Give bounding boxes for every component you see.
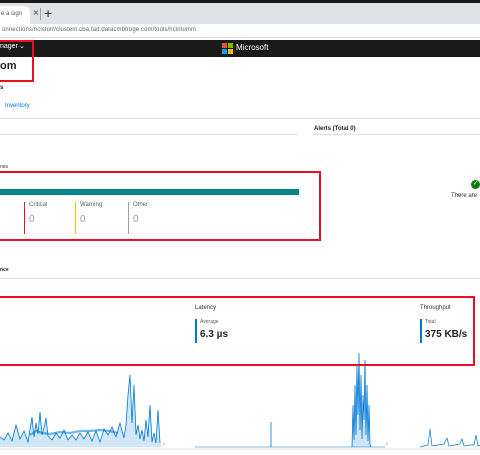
health-header: nes <box>0 164 9 170</box>
axis-label: 0 <box>386 441 389 446</box>
axis-label: 0 <box>163 441 166 446</box>
microsoft-logo-icon <box>222 43 233 54</box>
stat-value: 0 <box>29 214 35 225</box>
stat-label: Critical <box>29 202 48 208</box>
close-tab-icon[interactable]: × <box>33 7 39 21</box>
page-subtitle: s <box>0 85 4 91</box>
health-progress-fill <box>0 189 299 195</box>
browser-tab[interactable]: e a sign <box>0 6 30 24</box>
browser-tab-title: e a sign <box>1 11 23 17</box>
stat-label: Other <box>133 202 149 208</box>
throughput-chart <box>419 428 480 448</box>
stat-label: Warning <box>80 202 103 208</box>
chevron-down-icon[interactable]: ⌄ <box>19 42 25 50</box>
brand-name: Microsoft <box>236 43 269 52</box>
throughput-title: Throughput <box>420 305 451 311</box>
throughput-metric: Total 375 KB/s <box>420 319 467 343</box>
iops-chart: 0 <box>0 374 166 447</box>
new-tab-button[interactable]: + <box>44 5 52 21</box>
throughput-value: 375 KB/s <box>425 329 468 340</box>
alerts-title: Alerts (Total 0) <box>314 126 356 132</box>
divider <box>313 134 480 135</box>
divider <box>0 278 480 279</box>
throughput-label: Total <box>425 319 436 325</box>
address-bar[interactable]: onnections/hcistorr/clustem.cba.fad.data… <box>0 24 480 38</box>
latency-label: Average <box>200 319 219 325</box>
tab-inventory[interactable]: Inventory <box>5 103 30 109</box>
stat-value: 0 <box>133 214 139 225</box>
app-header: nager ⌄ Microsoft <box>0 40 480 57</box>
stat-critical[interactable]: Critical 0 <box>24 202 47 234</box>
alerts-empty-text: There are <box>451 193 478 199</box>
highlight-box-health <box>0 171 321 241</box>
divider <box>0 134 298 135</box>
checkmark-icon: ✓ <box>471 180 480 189</box>
latency-title: Latency <box>195 305 217 311</box>
latency-value: 6.3 µs <box>200 329 229 340</box>
latency-metric: Average 6.3 µs <box>195 319 228 343</box>
tab-separator <box>40 8 41 20</box>
health-progress-bar <box>0 189 299 195</box>
page-title: om <box>0 60 17 72</box>
stat-warning[interactable]: Warning 0 <box>75 202 102 234</box>
divider <box>0 118 480 119</box>
browser-tab-bar: e a sign × + <box>0 0 480 24</box>
stat-other[interactable]: Other 0 <box>128 202 148 234</box>
stat-value: 0 <box>80 214 86 225</box>
breadcrumb[interactable]: nager <box>0 43 18 50</box>
latency-chart: 0 <box>195 352 389 448</box>
performance-charts: 0 0 <box>0 352 480 450</box>
performance-title: nce <box>0 267 9 273</box>
address-url[interactable]: onnections/hcistorr/clustem.cba.fad.data… <box>2 27 196 33</box>
